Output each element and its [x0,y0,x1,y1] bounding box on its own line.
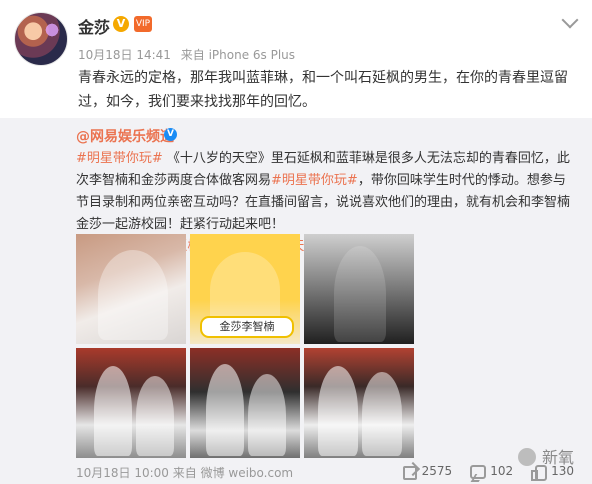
share-button[interactable]: 2575 [402,464,453,480]
photo-caption: 金莎李智楠 [200,316,294,338]
like-button[interactable]: 130 [531,464,574,481]
share-icon [402,464,417,480]
action-bar: 2575 102 130 [402,464,574,481]
photo-3[interactable] [304,234,414,344]
photo-4[interactable] [76,348,186,458]
comment-count: 102 [490,464,514,478]
comment-icon [470,464,487,479]
photo-2[interactable]: 金莎李智楠 [190,234,300,344]
verified-icon: V [164,128,177,141]
post-source: 来自 iPhone 6s Plus [180,48,296,62]
author-name[interactable]: 金莎 [78,14,110,38]
comment-button[interactable]: 102 [470,464,514,479]
hashtag-link[interactable]: #明星带你玩# [271,173,358,188]
verified-icon: V [113,16,129,32]
post-time[interactable]: 10月18日 14:41 [78,48,171,62]
avatar[interactable] [14,12,68,66]
post-header: 金莎 V VIP 10月18日 14:41 来自 iPhone 6s Plus … [0,0,592,118]
photo-5[interactable] [190,348,300,458]
repost-author[interactable]: @网易娱乐频道 [76,126,174,146]
repost-source: 来自 微博 weibo.com [172,466,294,480]
repost-time[interactable]: 10月18日 10:00 [76,466,169,480]
post-text: 青春永远的定格，那年我叫蓝菲琳，和一个叫石延枫的男生，在你的青春里逗留过，如今，… [78,70,568,110]
photo-6[interactable] [304,348,414,458]
post-meta: 10月18日 14:41 来自 iPhone 6s Plus [78,46,301,63]
chevron-down-icon[interactable] [561,11,579,29]
hashtag-link[interactable]: #明星带你玩# [76,151,163,166]
share-count: 2575 [421,464,453,478]
repost-meta: 10月18日 10:00 来自 微博 weibo.com [76,464,293,481]
reposted-weibo: @网易娱乐频道 V #明星带你玩# 《十八岁的天空》里石延枫和蓝菲琳是很多人无法… [0,118,592,484]
photo-1[interactable] [76,234,186,344]
like-icon [531,464,548,481]
like-count: 130 [551,464,574,478]
vip-badge-icon: VIP [134,16,152,32]
